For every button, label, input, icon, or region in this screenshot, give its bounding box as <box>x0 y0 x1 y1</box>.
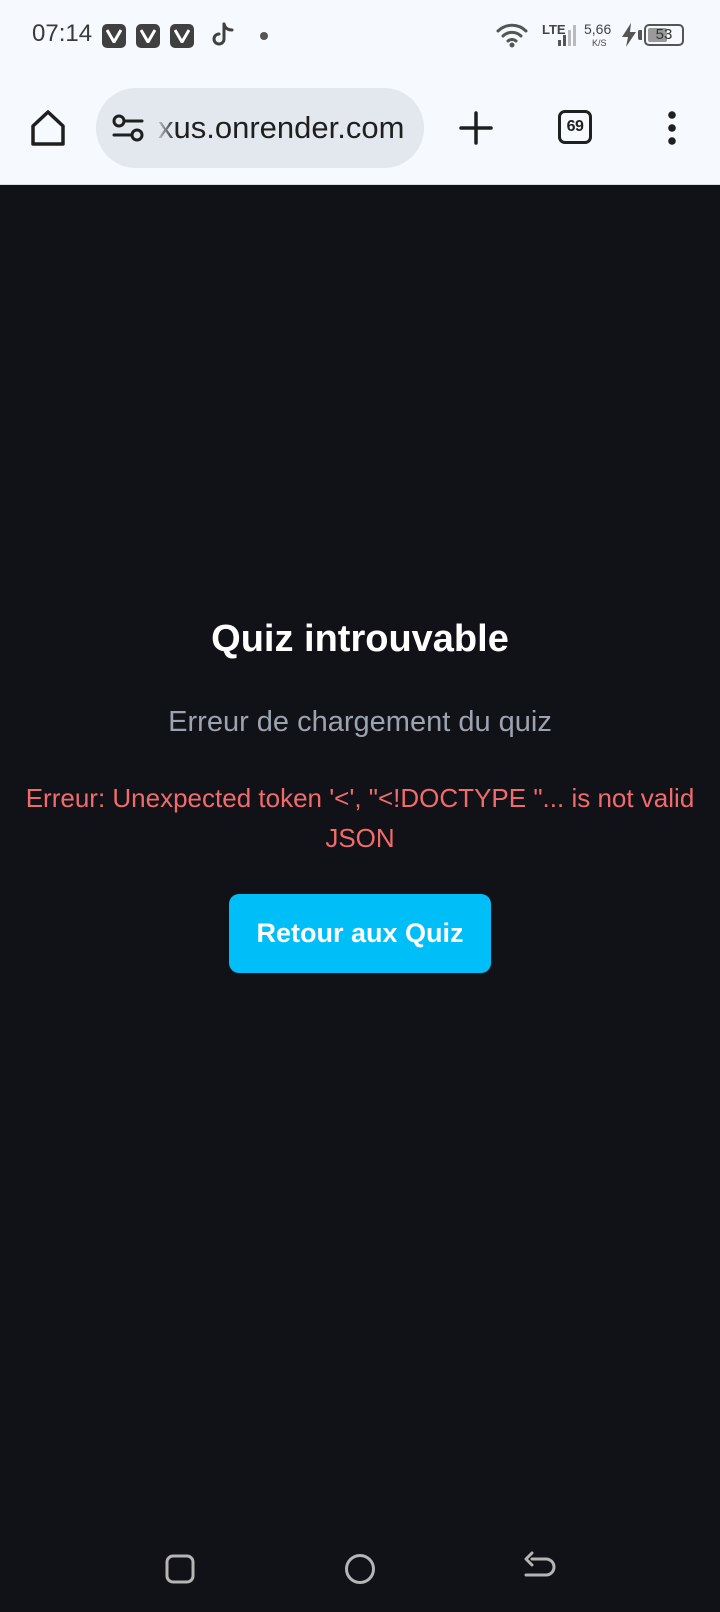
charging-icon <box>622 23 636 52</box>
page-content <box>0 185 720 1545</box>
system-nav-bar <box>0 1545 720 1612</box>
tab-switcher-button[interactable]: 69 <box>558 110 592 144</box>
wifi-icon <box>496 22 528 53</box>
network-speed-value: 5,66 <box>584 21 612 37</box>
page-subtitle: Erreur de chargement du quiz <box>168 706 552 738</box>
page-title: Quiz introuvable <box>211 618 509 660</box>
tab-count: 69 <box>566 118 584 135</box>
home-circle-icon[interactable] <box>342 1551 378 1592</box>
v-app-icon <box>170 24 194 48</box>
back-icon[interactable] <box>522 1551 558 1592</box>
more-vertical-icon <box>668 111 676 145</box>
dot-icon <box>260 32 268 40</box>
home-icon <box>31 110 65 146</box>
battery-icon: 53 <box>644 24 684 46</box>
battery-tip <box>638 30 642 40</box>
url-fade <box>154 88 176 168</box>
error-message: Erreur: Unexpected token '<', "<!DOCTYPE… <box>25 783 695 853</box>
back-to-quiz-button[interactable]: Retour aux Quiz <box>229 894 491 973</box>
url-text: xus.onrender.com <box>158 110 405 145</box>
new-tab-button[interactable] <box>452 104 500 152</box>
tiktok-icon <box>212 22 234 53</box>
site-settings-icon[interactable] <box>112 114 144 147</box>
plus-icon <box>459 111 493 145</box>
signal-icon <box>558 24 580 51</box>
v-app-icon <box>102 24 126 48</box>
status-time: 07:14 <box>32 20 93 47</box>
battery-level: 53 <box>655 26 673 43</box>
recents-icon[interactable] <box>162 1551 198 1592</box>
status-bar: 07:14 LTE 5,66 K/S 53 <box>0 0 720 70</box>
more-menu-button[interactable] <box>648 104 696 152</box>
browser-screen: 07:14 LTE 5,66 K/S 53 xus.onrender.com 6… <box>0 0 720 1612</box>
browser-toolbar: xus.onrender.com 69 <box>0 70 720 185</box>
network-speed-unit: K/S <box>592 38 607 48</box>
v-app-icon <box>136 24 160 48</box>
address-bar[interactable]: xus.onrender.com <box>96 88 424 168</box>
home-button[interactable] <box>24 104 72 152</box>
